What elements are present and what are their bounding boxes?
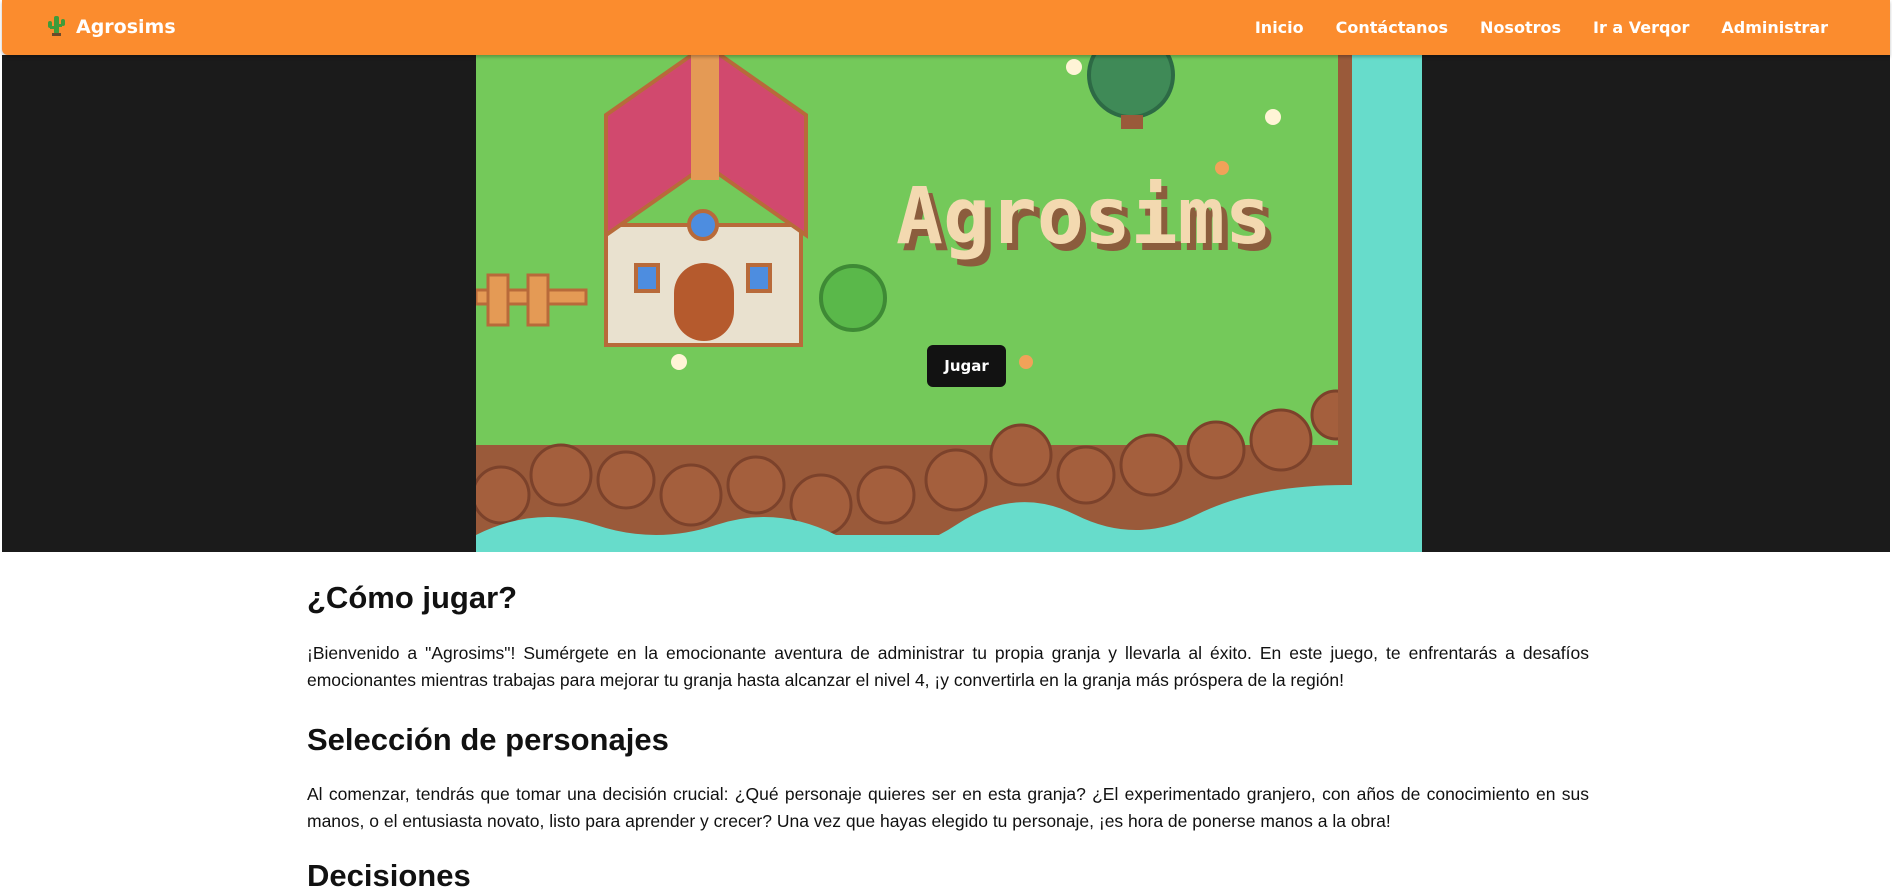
character-selection-heading: Selección de personajes — [307, 722, 669, 757]
play-button[interactable]: Jugar — [927, 345, 1006, 387]
character-selection-paragraph: Al comenzar, tendrás que tomar una decis… — [307, 784, 1589, 831]
nav-link-administrar[interactable]: Administrar — [1721, 18, 1828, 37]
hero-section: Agrosims Agrosims Jugar — [2, 55, 1890, 552]
hero-farm-illustration: Agrosims Agrosims — [476, 55, 1422, 552]
how-to-play-heading: ¿Cómo jugar? — [307, 580, 518, 615]
nav-link-inicio[interactable]: Inicio — [1255, 18, 1304, 37]
top-navbar: Agrosims Inicio Contáctanos Nosotros Ir … — [2, 0, 1890, 55]
how-to-play-paragraph: ¡Bienvenido a "Agrosims"! Sumérgete en l… — [307, 643, 1589, 690]
decisions-heading: Decisiones — [307, 858, 471, 893]
hero-title: Agrosims — [896, 172, 1272, 262]
brand-link[interactable]: Agrosims — [46, 12, 176, 42]
cactus-icon — [46, 14, 66, 41]
nav-link-verqor[interactable]: Ir a Verqor — [1593, 18, 1689, 37]
brand-name: Agrosims — [76, 16, 176, 38]
nav-link-nosotros[interactable]: Nosotros — [1480, 18, 1561, 37]
nav-link-contactanos[interactable]: Contáctanos — [1336, 18, 1448, 37]
nav-links: Inicio Contáctanos Nosotros Ir a Verqor … — [1255, 0, 1828, 55]
